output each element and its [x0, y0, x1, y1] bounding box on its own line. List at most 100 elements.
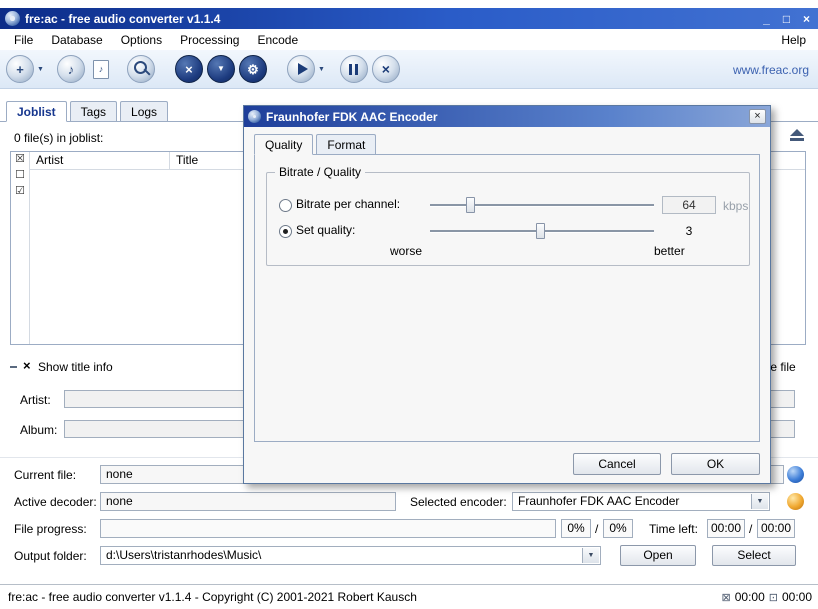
chevron-down-icon[interactable]: ▼ [751, 494, 768, 509]
settings-gear-icon[interactable]: ⚙ [239, 55, 267, 83]
artist-label: Artist: [20, 393, 51, 407]
select-none-checkbox-icon[interactable]: ☐ [15, 168, 25, 184]
time-left-label: Time left: [649, 522, 698, 536]
encode-dropdown-icon[interactable]: ▼ [318, 66, 325, 73]
collapse-icon[interactable] [10, 366, 17, 368]
dialog-icon [248, 110, 261, 123]
clipped-label-te-file: te file [767, 360, 796, 374]
dialog-title: Fraunhofer FDK AAC Encoder [266, 110, 749, 124]
cancel-button[interactable]: Cancel [573, 453, 661, 475]
tab-quality[interactable]: Quality [254, 134, 313, 155]
website-link[interactable]: www.freac.org [733, 63, 809, 77]
time-slash: / [749, 522, 752, 536]
joblist-select-column: ☒ ☐ ☑ [11, 152, 30, 344]
tab-joblist[interactable]: Joblist [6, 101, 67, 122]
menu-file[interactable]: File [5, 31, 42, 49]
encoder-config-icon[interactable] [787, 493, 804, 510]
start-encoding-icon[interactable] [287, 55, 315, 83]
joblist-time-value: 00:00 [735, 590, 765, 604]
dialog-close-icon[interactable]: × [749, 109, 766, 124]
window-title: fre:ac - free audio converter v1.1.4 [25, 12, 760, 26]
app-window: fre:ac - free audio converter v1.1.4 _ □… [0, 0, 818, 609]
column-header-artist[interactable]: Artist [30, 152, 170, 169]
bitrate-slider-thumb[interactable] [466, 197, 475, 213]
pause-icon[interactable] [340, 55, 368, 83]
menu-processing[interactable]: Processing [171, 31, 248, 49]
open-button[interactable]: Open [620, 545, 696, 566]
toolbar: + ▼ ♪ ♪ × ▼ ⚙ ▼ × [0, 50, 818, 89]
bitrate-radio[interactable] [279, 199, 292, 212]
current-file-label: Current file: [14, 468, 76, 482]
worse-label: worse [390, 244, 422, 258]
app-icon [5, 11, 20, 26]
main-tabstrip: Joblist Tags Logs [6, 101, 171, 121]
joblist-count-label: 0 file(s) in joblist: [14, 131, 103, 145]
active-decoder-value: none [100, 492, 396, 511]
output-folder-value: d:\Users\tristanrhodes\Music\ [106, 548, 261, 562]
group-title: Bitrate / Quality [275, 165, 365, 179]
tab-logs[interactable]: Logs [120, 101, 168, 121]
play-triangle [298, 63, 308, 75]
time-left-value: 00:00 [707, 519, 745, 538]
selected-encoder-label: Selected encoder: [410, 495, 507, 509]
quality-value: 3 [662, 224, 716, 238]
close-icon[interactable]: × [800, 12, 813, 26]
add-dropdown-icon[interactable]: ▼ [37, 66, 44, 73]
time-total-value: 00:00 [757, 519, 795, 538]
search-cd-icon[interactable] [127, 55, 155, 83]
eject-button[interactable] [785, 125, 809, 144]
menu-help[interactable]: Help [779, 31, 808, 49]
encoder-select-value: Fraunhofer FDK AAC Encoder [518, 494, 679, 508]
bitrate-unit-label: kbps [723, 199, 748, 213]
progress-percent-left: 0% [561, 519, 591, 538]
bitrate-slider-track[interactable] [430, 204, 654, 207]
menu-options[interactable]: Options [112, 31, 171, 49]
bitrate-quality-group: Bitrate / Quality Bitrate per channel: 6… [266, 172, 750, 266]
toggle-selection-checkbox-icon[interactable]: ☑ [15, 184, 25, 200]
clear-joblist-icon[interactable]: × [175, 55, 203, 83]
progress-percent-right: 0% [603, 519, 633, 538]
file-progress-bar [100, 519, 556, 538]
menu-bar: File Database Options Processing Encode … [0, 30, 818, 50]
quality-radio[interactable] [279, 225, 292, 238]
dialog-tabstrip: Quality Format [254, 134, 379, 154]
add-files-icon[interactable]: + [6, 55, 34, 83]
menu-database[interactable]: Database [42, 31, 111, 49]
ok-button[interactable]: OK [671, 453, 760, 475]
encoder-config-dialog: Fraunhofer FDK AAC Encoder × Quality For… [243, 105, 771, 484]
status-bar: fre:ac - free audio converter v1.1.4 - C… [0, 584, 818, 609]
joblist-time-icon: ⊠ [722, 591, 731, 604]
output-folder-select[interactable]: d:\Users\tristanrhodes\Music\ ▼ [100, 546, 601, 565]
hide-title-info-icon[interactable]: × [23, 358, 31, 373]
encoder-select[interactable]: Fraunhofer FDK AAC Encoder ▼ [512, 492, 770, 511]
status-times: ⊠ 00:00 ⊡ 00:00 [722, 585, 813, 609]
stop-icon[interactable]: × [372, 55, 400, 83]
bitrate-radio-label[interactable]: Bitrate per channel: [296, 197, 400, 211]
chevron-down-icon[interactable]: ▼ [582, 548, 599, 563]
better-label: better [654, 244, 685, 258]
playlist-file-icon[interactable]: ♪ [93, 60, 109, 79]
audio-file-icon[interactable]: ♪ [57, 55, 85, 83]
show-title-info-toggle[interactable]: Show title info [38, 360, 113, 374]
percent-slash: / [595, 522, 598, 536]
quality-radio-label[interactable]: Set quality: [296, 223, 355, 237]
menu-encode[interactable]: Encode [248, 31, 307, 49]
dialog-title-bar: Fraunhofer FDK AAC Encoder × [244, 106, 770, 127]
file-progress-label: File progress: [14, 522, 87, 536]
album-label: Album: [20, 423, 57, 437]
active-decoder-label: Active decoder: [14, 495, 97, 509]
bitrate-value[interactable]: 64 [662, 196, 716, 214]
tab-format[interactable]: Format [316, 134, 376, 154]
tab-tags[interactable]: Tags [70, 101, 117, 121]
status-text: fre:ac - free audio converter v1.1.4 - C… [8, 590, 417, 604]
quality-slider-thumb[interactable] [536, 223, 545, 239]
selected-time-icon: ⊡ [769, 591, 778, 604]
output-folder-label: Output folder: [14, 549, 87, 563]
select-button[interactable]: Select [712, 545, 796, 566]
maximize-icon[interactable]: □ [780, 12, 793, 26]
minimize-icon[interactable]: _ [760, 12, 773, 26]
cddb-icon[interactable]: ▼ [207, 55, 235, 83]
window-controls: _ □ × [760, 12, 813, 26]
info-icon[interactable] [787, 466, 804, 483]
select-all-checkbox-icon[interactable]: ☒ [15, 152, 25, 168]
